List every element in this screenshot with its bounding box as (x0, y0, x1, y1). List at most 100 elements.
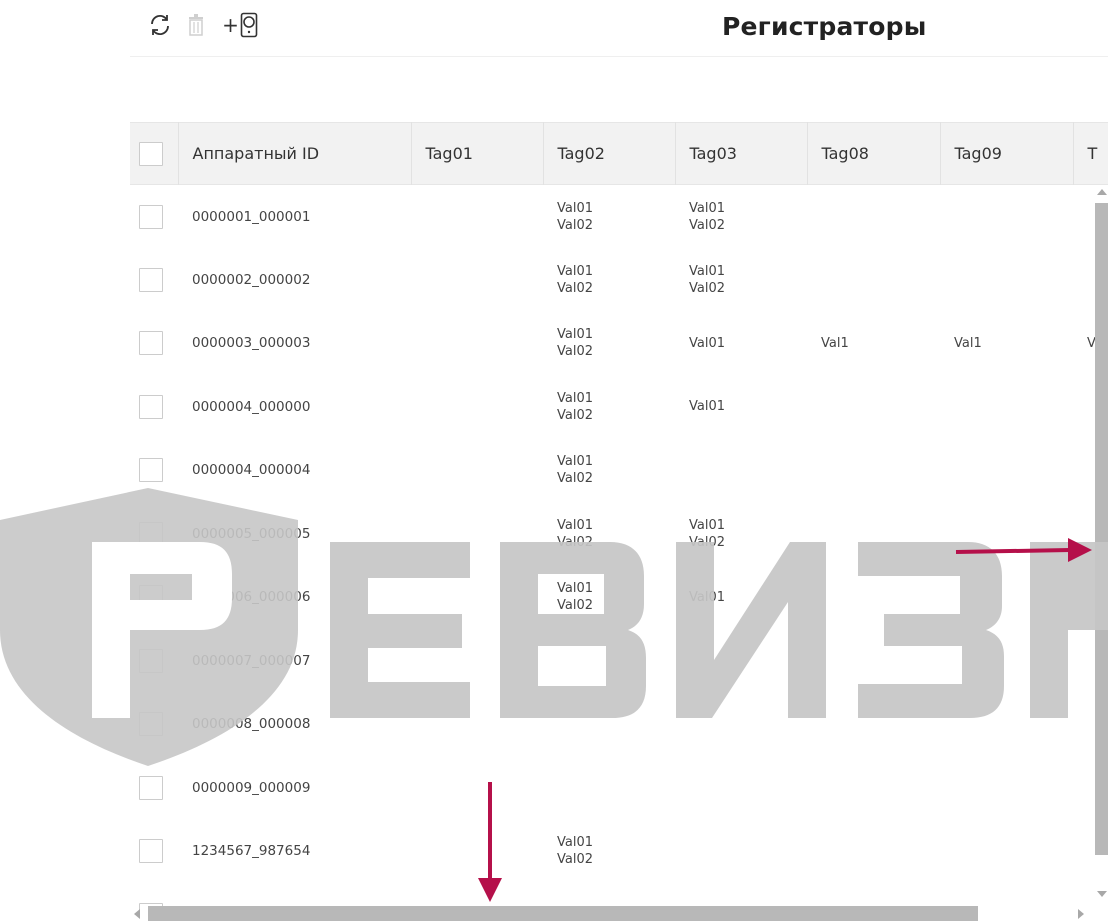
tag01-cell (411, 756, 543, 820)
tag-value: Val02 (557, 217, 594, 233)
toolbar: + (148, 8, 260, 42)
table-row[interactable]: 0000003_000003 Val01 Val02 Val01 Val1 Val1 V (130, 312, 1108, 376)
tag08-cell (807, 693, 940, 757)
scroll-up-icon[interactable] (1097, 189, 1107, 195)
table-row[interactable]: 0000007_000007 (130, 629, 1108, 693)
tag-value: Val01 (557, 327, 594, 343)
row-checkbox[interactable] (139, 204, 163, 229)
tag09-cell: Val1 (940, 312, 1073, 376)
tag-value: Val02 (557, 534, 594, 550)
row-select-cell (130, 439, 178, 503)
row-checkbox[interactable] (139, 267, 163, 292)
row-select-cell (130, 629, 178, 693)
hardware-id-cell: 0000005_000005 (192, 525, 311, 542)
tag08-cell (807, 820, 940, 884)
table-row[interactable]: 0000008_000008 (130, 693, 1108, 757)
horizontal-scrollbar[interactable] (130, 904, 1093, 921)
tag-value: Val01 (557, 263, 594, 279)
table-row[interactable]: 0000005_000005 Val01 Val02 Val01 Val02 (130, 502, 1108, 566)
vertical-scrollbar[interactable] (1093, 185, 1108, 907)
tag-value: Val1 (821, 335, 849, 351)
tag03-cell: Val01 Val02 (675, 502, 807, 566)
refresh-button[interactable] (148, 11, 172, 39)
tag02-cell (543, 629, 675, 693)
header-divider (130, 56, 1108, 57)
refresh-icon (151, 14, 169, 36)
tag09-cell (940, 629, 1073, 693)
table-row[interactable]: 0000001_000001 Val01 Val02 Val01 Val02 (130, 185, 1108, 249)
row-checkbox[interactable] (139, 648, 163, 673)
registrators-table: Аппаратный ID Tag01 Tag02 Tag03 Tag08 Ta… (130, 122, 1108, 912)
tag08-cell: Val1 (807, 312, 940, 376)
table-row[interactable]: 0000006_000006 Val01 Val02 Val01 (130, 566, 1108, 630)
tag01-cell (411, 312, 543, 376)
row-checkbox[interactable] (139, 839, 163, 864)
trash-icon (189, 14, 203, 36)
scroll-down-icon[interactable] (1097, 891, 1107, 897)
table-row[interactable]: 0000004_000004 Val01 Val02 (130, 439, 1108, 503)
tag02-cell: Val01 Val02 (543, 185, 675, 249)
row-checkbox[interactable] (139, 712, 163, 737)
tag02-cell (543, 756, 675, 820)
column-header-truncated[interactable]: T (1073, 122, 1108, 185)
tag-value: Val02 (689, 534, 726, 550)
tag01-cell (411, 375, 543, 439)
row-checkbox[interactable] (139, 458, 163, 483)
tag03-cell: Val01 (675, 566, 807, 630)
tag02-cell: Val01 Val02 (543, 375, 675, 439)
tag-value: Val02 (689, 280, 726, 296)
row-checkbox[interactable] (139, 521, 163, 546)
column-header-tag03[interactable]: Tag03 (675, 122, 808, 185)
add-prefix: + (222, 13, 239, 37)
tag09-cell (940, 502, 1073, 566)
hardware-id-cell: 1234567_987654 (192, 843, 311, 860)
select-all-checkbox[interactable] (139, 141, 163, 166)
table-body: 0000001_000001 Val01 Val02 Val01 Val02 000000… (130, 185, 1108, 912)
tag-value: Val01 (557, 835, 594, 851)
table-row[interactable]: 0000002_000002 Val01 Val02 Val01 Val02 (130, 248, 1108, 312)
table-row[interactable]: 0000009_000009 (130, 756, 1108, 820)
page-title: Регистраторы (722, 12, 927, 41)
column-header-hardware-id[interactable]: Аппаратный ID (178, 122, 412, 185)
column-header-tag01[interactable]: Tag01 (411, 122, 544, 185)
tag09-cell (940, 439, 1073, 503)
row-select-cell (130, 375, 178, 439)
column-header-tag09[interactable]: Tag09 (940, 122, 1074, 185)
tag09-cell (940, 248, 1073, 312)
select-all-cell (130, 122, 179, 185)
tag03-cell: Val01 Val02 (675, 185, 807, 249)
row-checkbox[interactable] (139, 331, 163, 356)
tag09-cell (940, 375, 1073, 439)
tag08-cell (807, 566, 940, 630)
vertical-scroll-thumb[interactable] (1095, 203, 1108, 855)
hardware-id-cell: 0000006_000006 (192, 589, 311, 606)
column-header-tag02[interactable]: Tag02 (543, 122, 676, 185)
tag09-cell (940, 693, 1073, 757)
tag08-cell (807, 439, 940, 503)
add-device-button[interactable]: + (220, 11, 260, 39)
tag08-cell (807, 756, 940, 820)
row-checkbox[interactable] (139, 394, 163, 419)
tag-value: Val02 (557, 471, 594, 487)
tag01-cell (411, 566, 543, 630)
delete-button[interactable] (184, 11, 208, 39)
scroll-left-icon[interactable] (134, 909, 140, 919)
row-checkbox[interactable] (139, 585, 163, 610)
row-select-cell (130, 502, 178, 566)
tag-value: Val01 (689, 200, 726, 216)
scroll-right-icon[interactable] (1078, 909, 1084, 919)
tag03-cell: Val01 (675, 312, 807, 376)
table-row[interactable]: 1234567_987654 Val01 Val02 (130, 820, 1108, 884)
row-select-cell (130, 693, 178, 757)
tag01-cell (411, 502, 543, 566)
table-row[interactable]: 0000004_000000 Val01 Val02 Val01 (130, 375, 1108, 439)
tag01-cell (411, 185, 543, 249)
tag-value: Val02 (557, 344, 594, 360)
tag03-cell (675, 439, 807, 503)
column-header-tag08[interactable]: Tag08 (807, 122, 941, 185)
row-select-cell (130, 312, 178, 376)
row-checkbox[interactable] (139, 775, 163, 800)
tag-value: Val01 (557, 454, 594, 470)
tag01-cell (411, 629, 543, 693)
horizontal-scroll-thumb[interactable] (148, 906, 978, 921)
